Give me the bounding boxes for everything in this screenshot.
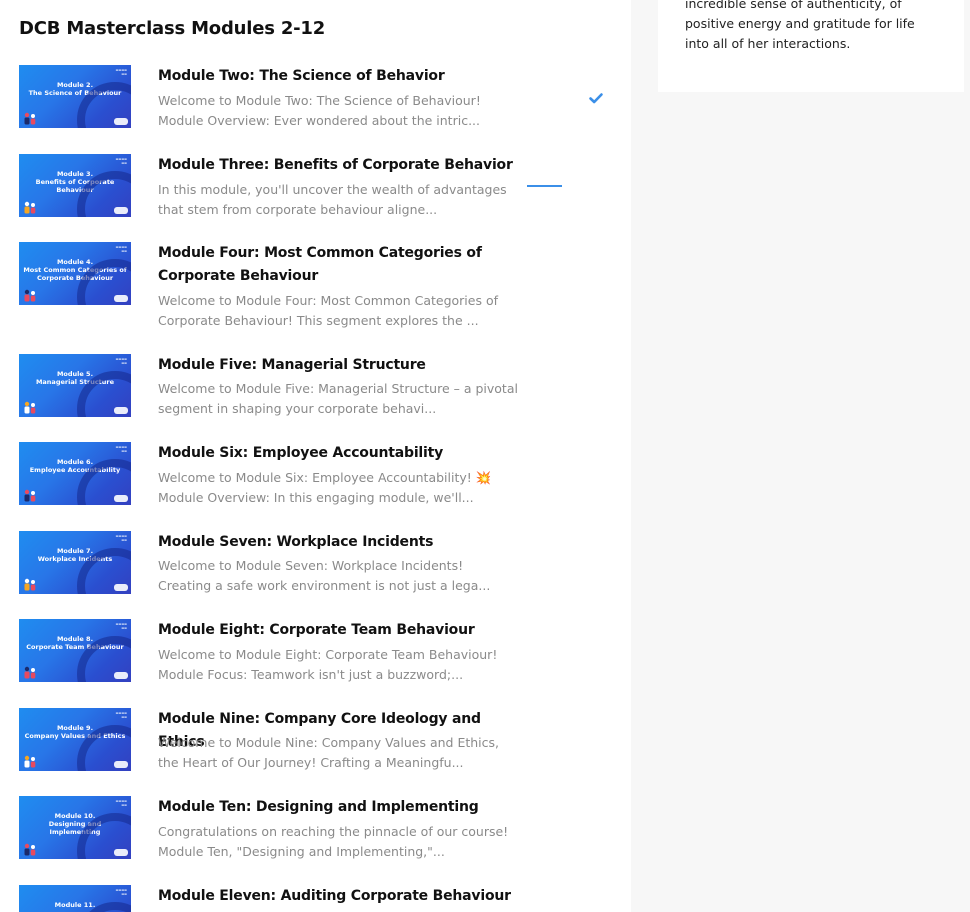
module-thumbnail[interactable]: ▬▬▬▬ ▬▬ Module 3. Benefits of Corporate Be… [19, 154, 131, 217]
brand-logo [114, 584, 128, 591]
thumbnail-title: Module 6. Employee Accountability [29, 458, 121, 474]
module-title-link[interactable]: Module Eight: Corporate Team Behaviour [158, 619, 528, 642]
module-thumbnail[interactable]: ▬▬▬▬ ▬▬ Module 9. Company Values and Ethic… [19, 708, 131, 771]
module-title-link[interactable]: Module Ten: Designing and Implementing [158, 796, 528, 819]
module-title-link[interactable]: Module Five: Managerial Structure [158, 354, 528, 377]
course-title: DCB Masterclass Modules 2-12 [19, 18, 326, 39]
brand-logo [114, 672, 128, 679]
module-title-link[interactable]: Module Four: Most Common Categories of C… [158, 242, 528, 288]
module-thumbnail[interactable]: ▬▬▬▬ ▬▬ Module 10. Designing and Implement… [19, 796, 131, 859]
module-description: In this module, you'll uncover the wealt… [158, 182, 507, 217]
thumbnail-title: Module 5. Managerial Structure [35, 370, 115, 386]
module-title-link[interactable]: Module Seven: Workplace Incidents [158, 531, 528, 554]
module-title-link[interactable]: Module Eleven: Auditing Corporate Behavi… [158, 885, 528, 908]
thumbnail-tagline: ▬▬▬▬ ▬▬ [115, 445, 127, 453]
brand-logo [114, 761, 128, 768]
course-content-panel: DCB Masterclass Modules 2-12 ▬▬▬▬ ▬▬ Modul… [0, 0, 631, 912]
illustration-icon [24, 201, 36, 214]
illustration-icon [24, 489, 36, 502]
module-description: Welcome to Module Seven: Workplace Incid… [158, 558, 491, 593]
illustration-icon [24, 289, 36, 302]
brand-logo [114, 118, 128, 125]
thumbnail-tagline: ▬▬▬▬ ▬▬ [115, 534, 127, 542]
in-progress-indicator [527, 185, 562, 187]
thumbnail-title: Module 9. Company Values and Ethics [24, 724, 126, 740]
brand-logo [114, 295, 128, 302]
thumbnail-title: Module 2. The Science of Behaviour [28, 81, 122, 97]
module-description: Welcome to Module Eight: Corporate Team … [158, 647, 498, 682]
completed-check-icon [589, 93, 603, 104]
module-thumbnail[interactable]: ▬▬▬▬ ▬▬ Module 2. The Science of Behaviour [19, 65, 131, 128]
thumbnail-tagline: ▬▬▬▬ ▬▬ [115, 157, 127, 165]
module-description: Welcome to Module Six: Employee Accounta… [158, 470, 492, 505]
module-thumbnail[interactable]: ▬▬▬▬ ▬▬ Module 8. Corporate Team Behaviour [19, 619, 131, 682]
illustration-icon [24, 112, 36, 125]
illustration-icon [24, 401, 36, 414]
module-description: Congratulations on reaching the pinnacle… [158, 824, 509, 859]
thumbnail-tagline: ▬▬▬▬ ▬▬ [115, 888, 127, 896]
module-title-link[interactable]: Module Six: Employee Accountability [158, 442, 528, 465]
illustration-icon [24, 755, 36, 768]
thumbnail-title: Module 7. Workplace Incidents [37, 547, 113, 563]
module-description: Welcome to Module Two: The Science of Be… [158, 93, 481, 128]
module-thumbnail[interactable]: ▬▬▬▬ ▬▬ Module 7. Workplace Incidents [19, 531, 131, 594]
module-title-link[interactable]: Module Three: Benefits of Corporate Beha… [158, 154, 528, 177]
thumbnail-tagline: ▬▬▬▬ ▬▬ [115, 357, 127, 365]
thumbnail-tagline: ▬▬▬▬ ▬▬ [115, 68, 127, 76]
illustration-icon [24, 843, 36, 856]
brand-logo [114, 495, 128, 502]
instructor-bio-text: incredible sense of authenticity, of pos… [685, 0, 915, 51]
thumbnail-title: Module 11. [54, 901, 96, 909]
module-title-link[interactable]: Module Two: The Science of Behavior [158, 65, 528, 88]
thumbnail-title: Module 10. Designing and Implementing [48, 812, 102, 836]
illustration-icon [24, 578, 36, 591]
brand-logo [114, 207, 128, 214]
module-thumbnail[interactable]: ▬▬▬▬ ▬▬ Module 6. Employee Accountability [19, 442, 131, 505]
instructor-bio-card: incredible sense of authenticity, of pos… [658, 0, 964, 92]
module-description: Welcome to Module Nine: Company Values a… [158, 735, 500, 770]
module-thumbnail[interactable]: ▬▬▬▬ ▬▬ Module 4. Most Common Categories o… [19, 242, 131, 305]
thumbnail-title: Module 3. Benefits of Corporate Behaviou… [35, 170, 115, 194]
module-description: Welcome to Module Four: Most Common Cate… [158, 293, 499, 328]
thumbnail-title: Module 8. Corporate Team Behaviour [26, 635, 124, 651]
thumbnail-tagline: ▬▬▬▬ ▬▬ [115, 799, 127, 807]
illustration-icon [24, 666, 36, 679]
module-thumbnail[interactable]: ▬▬▬▬ ▬▬ Module 5. Managerial Structure [19, 354, 131, 417]
thumbnail-tagline: ▬▬▬▬ ▬▬ [115, 622, 127, 630]
thumbnail-title: Module 4. Most Common Categories of Corp… [23, 258, 127, 282]
thumbnail-tagline: ▬▬▬▬ ▬▬ [115, 245, 127, 253]
thumbnail-tagline: ▬▬▬▬ ▬▬ [115, 711, 127, 719]
brand-logo [114, 407, 128, 414]
module-thumbnail[interactable]: ▬▬▬▬ ▬▬ Module 11. [19, 885, 131, 912]
module-description: Welcome to Module Five: Managerial Struc… [158, 381, 518, 416]
brand-logo [114, 849, 128, 856]
